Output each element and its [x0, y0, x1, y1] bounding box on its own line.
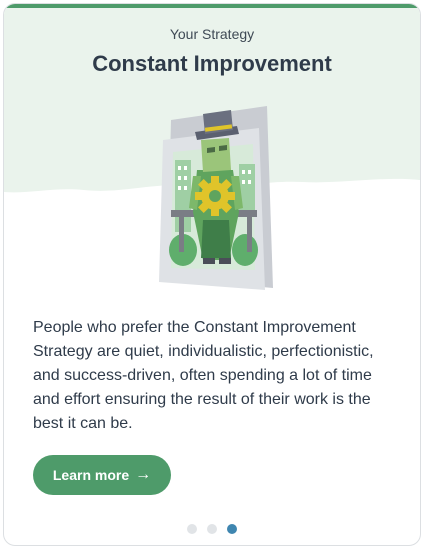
- pagination-dots: [4, 524, 420, 534]
- page-title: Constant Improvement: [92, 51, 332, 76]
- arrow-right-icon: →: [135, 466, 152, 483]
- learn-more-button[interactable]: Learn more →: [33, 455, 171, 495]
- person-with-gear-illustration: [159, 106, 273, 290]
- pagination-dot-1[interactable]: [187, 524, 197, 534]
- learn-more-label: Learn more: [52, 467, 130, 483]
- subtitle: Your Strategy: [169, 26, 255, 42]
- pagination-dot-2[interactable]: [207, 524, 217, 534]
- pagination-dot-3[interactable]: [227, 524, 237, 534]
- strategy-description: People who prefer the Constant Improveme…: [33, 319, 374, 432]
- strategy-card: Your Strategy Constant Improvement Peopl…: [3, 3, 421, 546]
